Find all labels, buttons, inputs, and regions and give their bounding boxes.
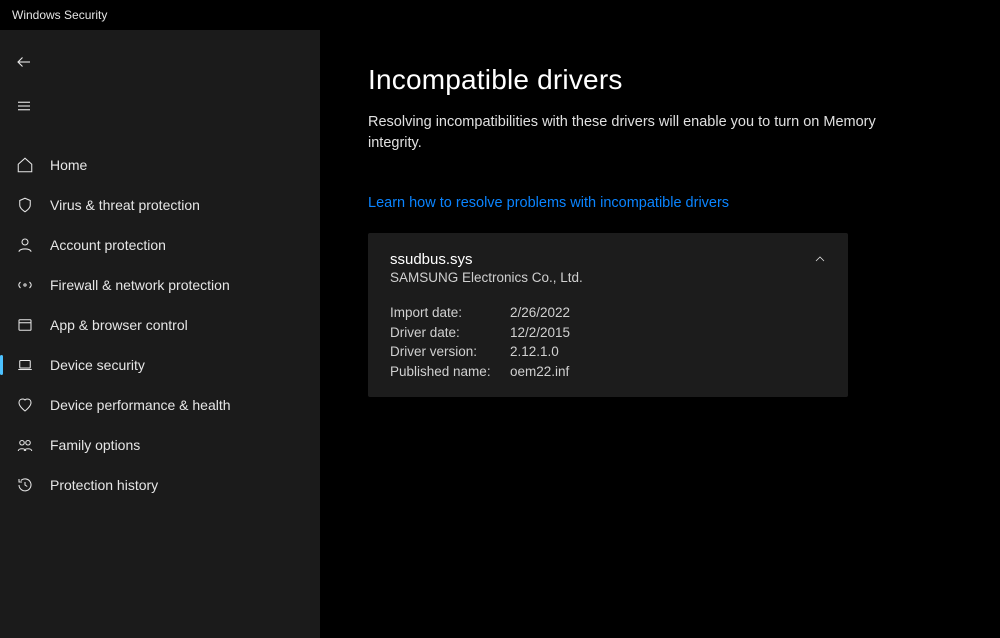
- laptop-icon: [14, 354, 36, 376]
- sidebar-item-history[interactable]: Protection history: [0, 466, 320, 504]
- app-title: Windows Security: [12, 8, 107, 22]
- page-title: Incompatible drivers: [368, 64, 960, 96]
- detail-label: Driver date:: [390, 323, 510, 343]
- detail-label: Driver version:: [390, 342, 510, 362]
- sidebar-item-label: Virus & threat protection: [50, 197, 200, 213]
- back-button[interactable]: [2, 44, 46, 80]
- detail-label: Published name:: [390, 362, 510, 382]
- window-icon: [14, 314, 36, 336]
- sidebar-item-app-browser[interactable]: App & browser control: [0, 306, 320, 344]
- detail-row: Driver date: 12/2/2015: [390, 323, 826, 343]
- page-subtitle: Resolving incompatibilities with these d…: [368, 112, 888, 154]
- sidebar-item-family[interactable]: Family options: [0, 426, 320, 464]
- detail-value: 2.12.1.0: [510, 342, 559, 362]
- driver-card[interactable]: ssudbus.sys SAMSUNG Electronics Co., Ltd…: [368, 233, 848, 397]
- sidebar-item-label: Device security: [50, 357, 145, 373]
- help-link[interactable]: Learn how to resolve problems with incom…: [368, 195, 729, 211]
- driver-details: Import date: 2/26/2022 Driver date: 12/2…: [390, 303, 826, 381]
- sidebar-item-label: App & browser control: [50, 317, 188, 333]
- sidebar-item-device-security[interactable]: Device security: [0, 346, 320, 384]
- detail-value: oem22.inf: [510, 362, 569, 382]
- detail-row: Driver version: 2.12.1.0: [390, 342, 826, 362]
- shield-icon: [14, 194, 36, 216]
- detail-value: 12/2/2015: [510, 323, 570, 343]
- person-icon: [14, 234, 36, 256]
- sidebar: Home Virus & threat protection Account p…: [0, 30, 320, 638]
- heart-icon: [14, 394, 36, 416]
- sidebar-item-label: Family options: [50, 437, 140, 453]
- hamburger-button[interactable]: [2, 88, 46, 124]
- sidebar-item-label: Firewall & network protection: [50, 277, 230, 293]
- home-icon: [14, 154, 36, 176]
- titlebar: Windows Security: [0, 0, 1000, 30]
- signal-icon: [14, 274, 36, 296]
- sidebar-item-label: Device performance & health: [50, 397, 231, 413]
- driver-filename: ssudbus.sys: [390, 251, 826, 268]
- history-icon: [14, 474, 36, 496]
- sidebar-item-label: Account protection: [50, 237, 166, 253]
- sidebar-item-label: Protection history: [50, 477, 158, 493]
- detail-row: Published name: oem22.inf: [390, 362, 826, 382]
- sidebar-item-virus[interactable]: Virus & threat protection: [0, 186, 320, 224]
- detail-value: 2/26/2022: [510, 303, 570, 323]
- detail-row: Import date: 2/26/2022: [390, 303, 826, 323]
- sidebar-item-performance[interactable]: Device performance & health: [0, 386, 320, 424]
- driver-vendor: SAMSUNG Electronics Co., Ltd.: [390, 270, 826, 285]
- sidebar-item-account[interactable]: Account protection: [0, 226, 320, 264]
- sidebar-item-firewall[interactable]: Firewall & network protection: [0, 266, 320, 304]
- people-icon: [14, 434, 36, 456]
- sidebar-item-label: Home: [50, 157, 87, 173]
- chevron-up-icon[interactable]: [812, 251, 828, 267]
- sidebar-item-home[interactable]: Home: [0, 146, 320, 184]
- detail-label: Import date:: [390, 303, 510, 323]
- content-pane: Incompatible drivers Resolving incompati…: [320, 30, 1000, 638]
- nav-list: Home Virus & threat protection Account p…: [0, 146, 320, 504]
